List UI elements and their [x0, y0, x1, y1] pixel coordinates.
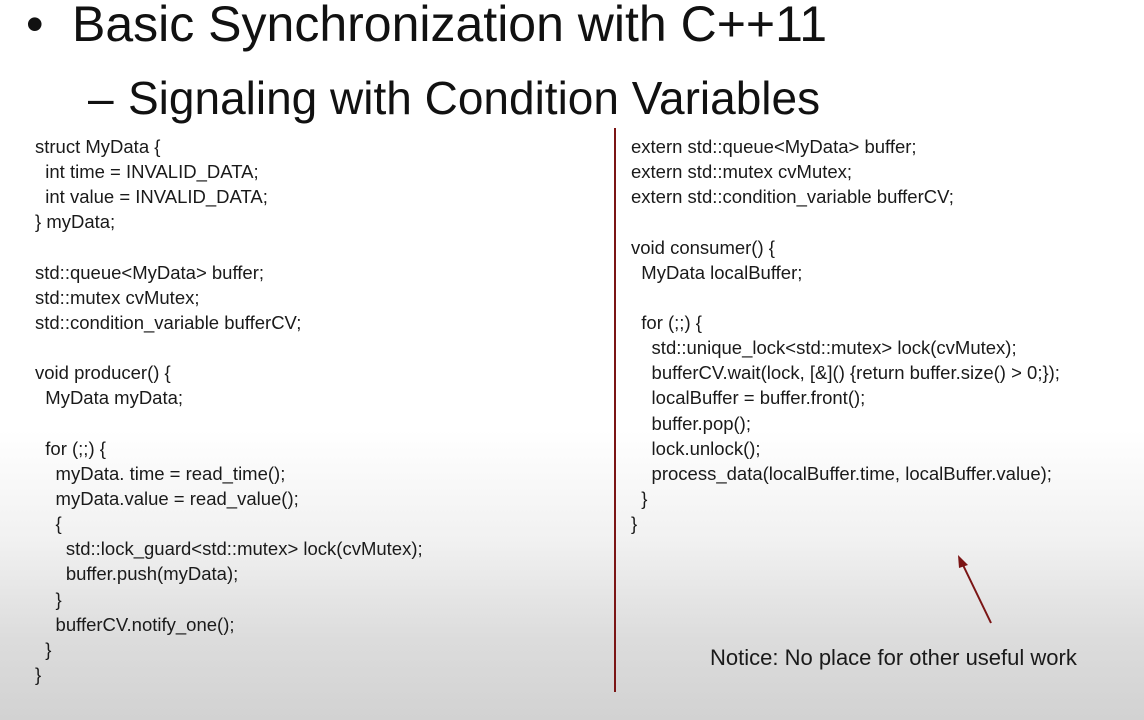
code-line: std::unique_lock<std::mutex> lock(cvMute…	[631, 337, 1017, 359]
column-divider	[614, 128, 616, 692]
subtitle-row: – Signaling with Condition Variables	[88, 70, 820, 126]
slide-subtitle: Signaling with Condition Variables	[128, 72, 821, 124]
code-line: int time = INVALID_DATA;	[35, 161, 259, 183]
code-line: bufferCV.wait(lock, [&]() {return buffer…	[631, 362, 1060, 384]
code-line: }	[35, 663, 42, 685]
code-line: MyData myData;	[35, 387, 184, 409]
code-line: extern std::queue<MyData> buffer;	[631, 136, 917, 157]
code-line: } myData;	[35, 211, 116, 233]
code-line: void consumer() {	[631, 236, 775, 258]
producer-code-block: struct MyData { int time = INVALID_DATA;…	[35, 134, 595, 687]
code-line: std::condition_variable bufferCV;	[35, 311, 302, 333]
code-line: MyData localBuffer;	[631, 261, 803, 283]
code-line: }	[35, 638, 52, 660]
code-line: extern std::mutex cvMutex;	[631, 161, 853, 183]
code-line: process_data(localBuffer.time, localBuff…	[631, 462, 1052, 484]
code-line: bufferCV.notify_one();	[35, 613, 235, 635]
code-line: std::mutex cvMutex;	[35, 286, 200, 308]
code-line: buffer.push(myData);	[35, 563, 239, 585]
code-line: std::lock_guard<std::mutex> lock(cvMutex…	[35, 538, 423, 560]
code-line: void producer() {	[35, 362, 171, 384]
code-line: struct MyData {	[35, 136, 161, 157]
code-line: myData. time = read_time();	[35, 462, 286, 484]
arrow-up-left-icon	[958, 555, 992, 624]
code-line: int value = INVALID_DATA;	[35, 186, 268, 208]
code-line: }	[631, 487, 648, 509]
code-line: lock.unlock();	[631, 437, 761, 459]
title-bullet: •	[26, 0, 44, 52]
subtitle-dash: –	[88, 72, 114, 124]
code-line: std::queue<MyData> buffer;	[35, 261, 265, 283]
title-row: • Basic Synchronization with C++11	[26, 0, 827, 54]
slide-title: Basic Synchronization with C++11	[72, 0, 828, 52]
code-line: myData.value = read_value();	[35, 487, 299, 509]
slide: • Basic Synchronization with C++11 – Sig…	[0, 0, 1144, 720]
notice-text: Notice: No place for other useful work	[710, 645, 1077, 670]
code-line: }	[631, 513, 638, 535]
consumer-code-block: extern std::queue<MyData> buffer;extern …	[631, 134, 1141, 536]
code-line: {	[35, 513, 62, 535]
code-line: for (;;) {	[631, 311, 702, 333]
code-line: buffer.pop();	[631, 412, 751, 434]
code-line: localBuffer = buffer.front();	[631, 387, 866, 409]
code-line: extern std::condition_variable bufferCV;	[631, 186, 954, 208]
code-line: for (;;) {	[35, 437, 106, 459]
code-line: }	[35, 588, 62, 610]
